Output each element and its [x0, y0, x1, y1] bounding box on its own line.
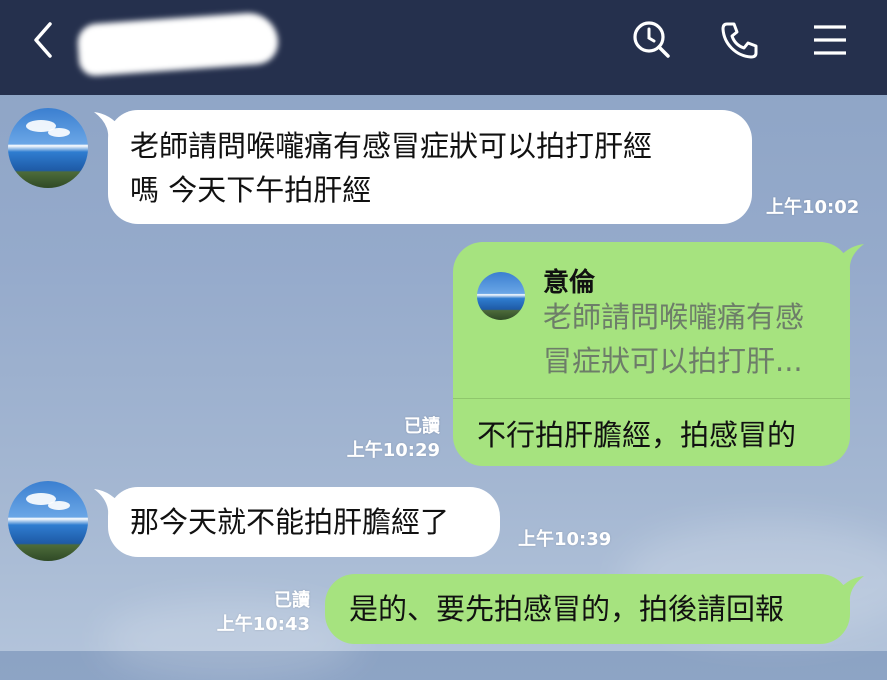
back-arrow-icon — [34, 22, 52, 58]
message-text: 是的、要先拍感冒的，拍後請回報 — [349, 592, 785, 626]
background-cloud — [100, 600, 360, 680]
message-bubble-incoming[interactable]: 那今天就不能拍肝膽經了 — [108, 487, 500, 557]
message-bubble-incoming[interactable]: 老師請問喉嚨痛有感冒症狀可以拍打肝經 嗎 今天下午拍肝經 — [108, 110, 752, 224]
reply-avatar — [477, 272, 525, 320]
menu-icon — [814, 25, 846, 55]
message-text: 那今天就不能拍肝膽經了 — [130, 505, 450, 539]
call-button[interactable] — [718, 18, 762, 62]
read-status: 已讀 — [404, 416, 440, 437]
message-text: 老師請問喉嚨痛有感冒症狀可以拍打肝經 — [130, 129, 653, 163]
message-text: 嗎 今天下午拍肝經 — [130, 173, 372, 207]
message-time: 上午10:02 — [766, 197, 860, 218]
reply-quote: 老師請問喉嚨痛有感 — [543, 300, 805, 334]
message-time: 上午10:29 — [346, 440, 440, 461]
chat-header: 意 — [0, 0, 887, 95]
message-time: 上午10:39 — [518, 529, 612, 550]
back-button[interactable] — [26, 20, 62, 60]
menu-button[interactable] — [808, 18, 852, 62]
reply-quote: 冒症狀可以拍打肝... — [543, 344, 803, 378]
contact-name[interactable]: 意 — [76, 11, 280, 77]
search-button[interactable] — [630, 18, 674, 62]
reply-divider — [453, 398, 850, 399]
avatar[interactable] — [8, 481, 88, 561]
phone-icon — [721, 22, 758, 59]
message-bubble-outgoing[interactable]: 是的、要先拍感冒的，拍後請回報 — [325, 574, 850, 644]
message-text: 不行拍肝膽經，拍感冒的 — [477, 418, 797, 452]
message-time: 上午10:43 — [216, 614, 310, 635]
read-status: 已讀 — [274, 590, 310, 611]
avatar[interactable] — [8, 108, 88, 188]
search-icon — [633, 21, 670, 58]
message-bubble-outgoing[interactable]: 意倫 老師請問喉嚨痛有感 冒症狀可以拍打肝... 不行拍肝膽經，拍感冒的 — [453, 242, 850, 466]
